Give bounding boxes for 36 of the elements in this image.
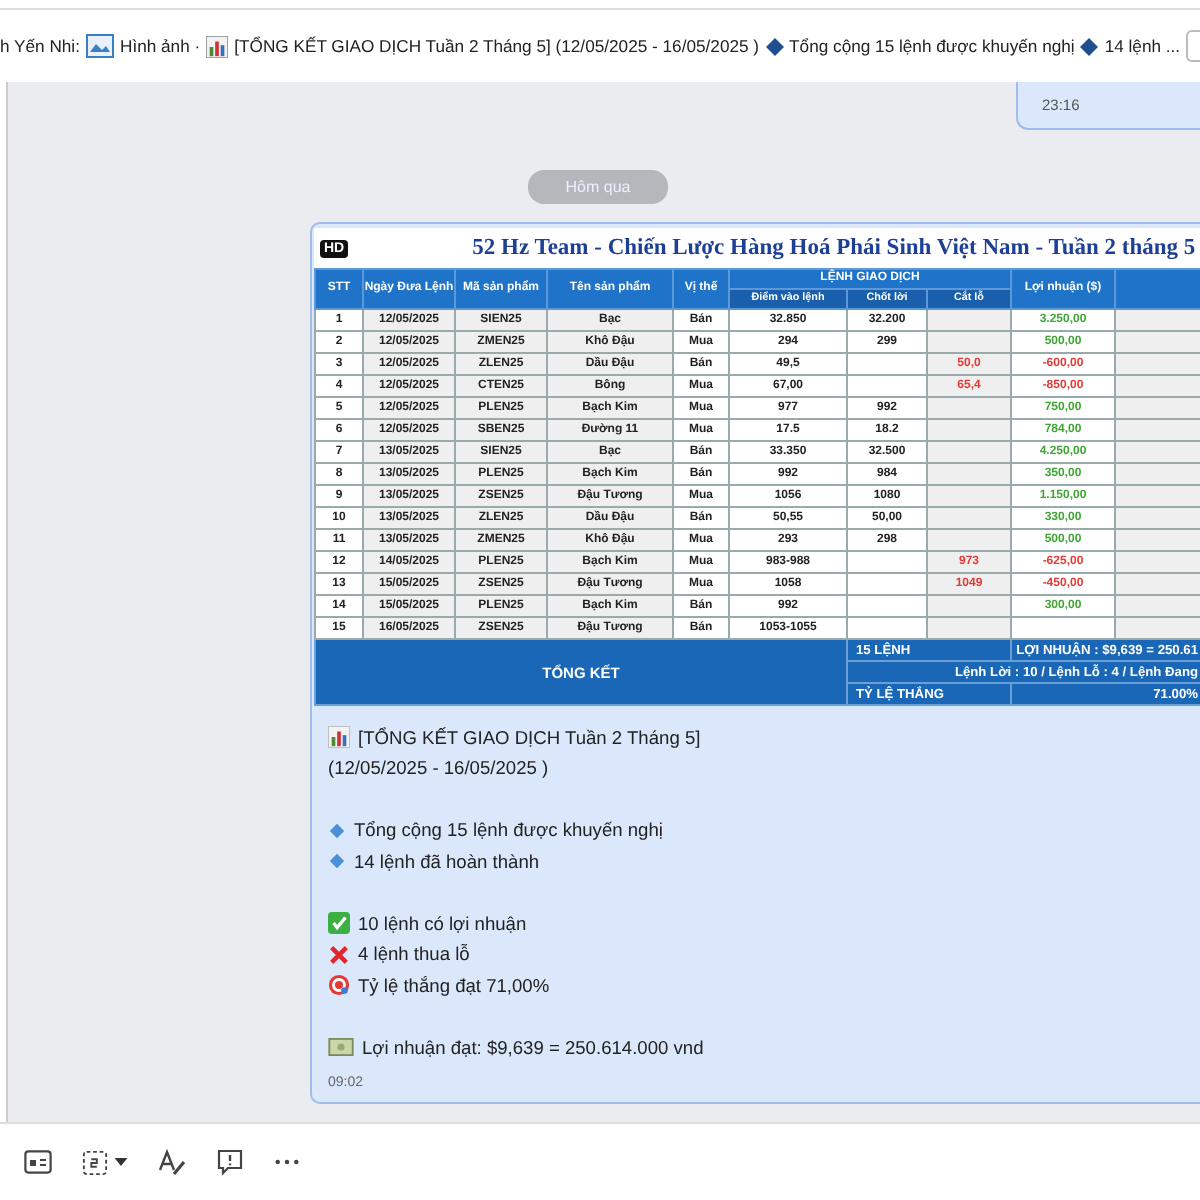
diamond-icon	[765, 37, 784, 55]
target-icon	[328, 974, 350, 997]
diamond-icon	[1080, 37, 1099, 55]
bar-chart-icon	[328, 726, 350, 749]
preview-text: [TỔNG KẾT GIAO DỊCH Tuần 2 Tháng 5] (12/05/2025 - 16/05/2025 )	[234, 36, 760, 56]
table-cell	[847, 573, 927, 595]
more-icon[interactable]	[274, 1158, 300, 1166]
bar-chart-icon	[206, 35, 229, 57]
caret-icon[interactable]	[114, 1158, 128, 1166]
image-icon	[85, 34, 114, 58]
check-mark-icon	[328, 912, 350, 935]
text-format-icon[interactable]	[158, 1148, 186, 1176]
table-title: 52 Hz Team - Chiến Lược Hàng Hoá Phái Sinh Việt Nam - Tuần 2 tháng 5	[472, 236, 1196, 260]
table-cell	[847, 595, 927, 617]
message-text: Tỷ lệ thắng đạt 71,00%	[358, 975, 550, 996]
message-text: Lợi nhuận đạt: $9,639 = 250.614.000 vnd	[362, 1037, 704, 1058]
screenshot-image[interactable]	[314, 228, 1200, 706]
contact-card-icon[interactable]	[24, 1150, 52, 1174]
preview-text: Tổng cộng 15 lệnh được khuyến nghị	[789, 36, 1075, 56]
table-cell	[847, 551, 927, 573]
preview-text: Hình ảnh ·	[119, 36, 201, 56]
date-divider: Hôm qua	[527, 170, 669, 204]
message-text: 10 lệnh có lợi nhuận	[358, 913, 527, 934]
screenshot-icon[interactable]	[82, 1149, 108, 1175]
message-text: [TỔNG KẾT GIAO DỊCH Tuần 2 Tháng 5]	[358, 727, 701, 748]
table-cell	[847, 353, 927, 375]
sender-name: h Yến Nhi:	[0, 36, 80, 56]
preview-text: 14 lệnh ...	[1104, 36, 1181, 56]
table-cell	[847, 375, 927, 397]
cross-mark-icon	[328, 943, 350, 966]
message-text: 14 lệnh đã hoàn thành	[354, 851, 540, 872]
message-text: 4 lệnh thua lỗ	[358, 944, 470, 965]
banknote-icon	[328, 1038, 354, 1057]
message-text: (12/05/2025 - 16/05/2025 )	[328, 758, 549, 779]
message-text: Tổng cộng 15 lệnh được khuyến nghị	[354, 820, 663, 841]
speech-bubble-icon[interactable]	[216, 1148, 244, 1176]
